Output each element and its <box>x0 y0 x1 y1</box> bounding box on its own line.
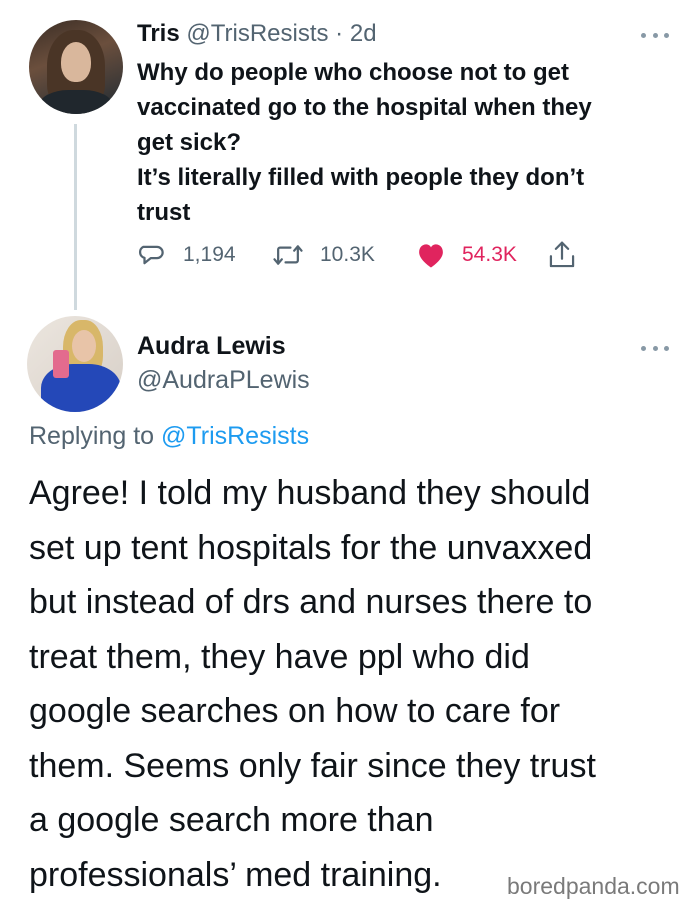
tweet1-header: Tris @TrisResists · 2d <box>137 19 377 49</box>
tweet-line: It’s literally filled with people they d… <box>137 164 585 191</box>
reply-bubble-icon <box>139 245 164 265</box>
tweet-line: set up tent hospitals for the unvaxxed <box>29 528 593 567</box>
tweet2-text: Agree! I told my husband they should set… <box>29 466 679 902</box>
avatar-face <box>72 330 96 362</box>
tweet-line: Agree! I told my husband they should <box>29 474 591 512</box>
tweet-line: trust <box>137 199 191 226</box>
tweet-line: but instead of drs and nurses there to <box>29 583 593 621</box>
more-options-icon[interactable] <box>641 31 669 39</box>
like-button[interactable]: 54.3K <box>416 238 517 272</box>
tweet-actions: 1,194 10.3K 54.3K <box>137 238 657 272</box>
more-options-icon[interactable] <box>641 344 669 352</box>
replying-to: Replying to @TrisResists <box>29 420 309 452</box>
reply-author-name[interactable]: Audra Lewis <box>137 330 286 362</box>
separator: · <box>328 20 350 47</box>
retweet-button[interactable]: 10.3K <box>272 238 375 272</box>
reply-author-handle[interactable]: @AudraPLewis <box>137 364 310 396</box>
tweet-time[interactable]: 2d <box>350 20 377 47</box>
tweet1-text: Why do people who choose not to get vacc… <box>137 55 677 230</box>
share-icon <box>549 241 575 268</box>
share-button[interactable] <box>547 238 577 272</box>
retweet-count: 10.3K <box>320 243 375 266</box>
tweet-line: google searches on how to care for <box>29 692 561 730</box>
tweet-line: vaccinated go to the hospital when they <box>137 94 592 121</box>
reply-button[interactable]: 1,194 <box>137 238 236 272</box>
author-name[interactable]: Tris <box>137 20 180 47</box>
avatar-shoulders <box>39 90 113 114</box>
thread-line <box>74 124 77 310</box>
tweet-line: treat them, they have ppl who did <box>29 637 530 676</box>
heart-icon <box>419 244 443 268</box>
avatar-face <box>61 42 91 82</box>
watermark: boredpanda.com <box>507 873 680 899</box>
tweet-line: them. Seems only fair since they trust <box>29 746 596 785</box>
retweet-icon <box>273 245 303 265</box>
avatar-tris[interactable] <box>29 20 123 114</box>
reply-count: 1,194 <box>183 243 236 266</box>
avatar-audra[interactable] <box>27 316 123 412</box>
mention-link[interactable]: @TrisResists <box>161 422 309 450</box>
author-handle[interactable]: @TrisResists <box>186 20 328 47</box>
tweet-line: Why do people who choose not to get <box>137 59 569 86</box>
tweet-line: get sick? <box>137 129 242 156</box>
tweet-line: a google search more than <box>29 801 434 839</box>
like-count: 54.3K <box>462 243 517 266</box>
replying-prefix: Replying to <box>29 422 162 450</box>
avatar-phone <box>53 350 69 378</box>
